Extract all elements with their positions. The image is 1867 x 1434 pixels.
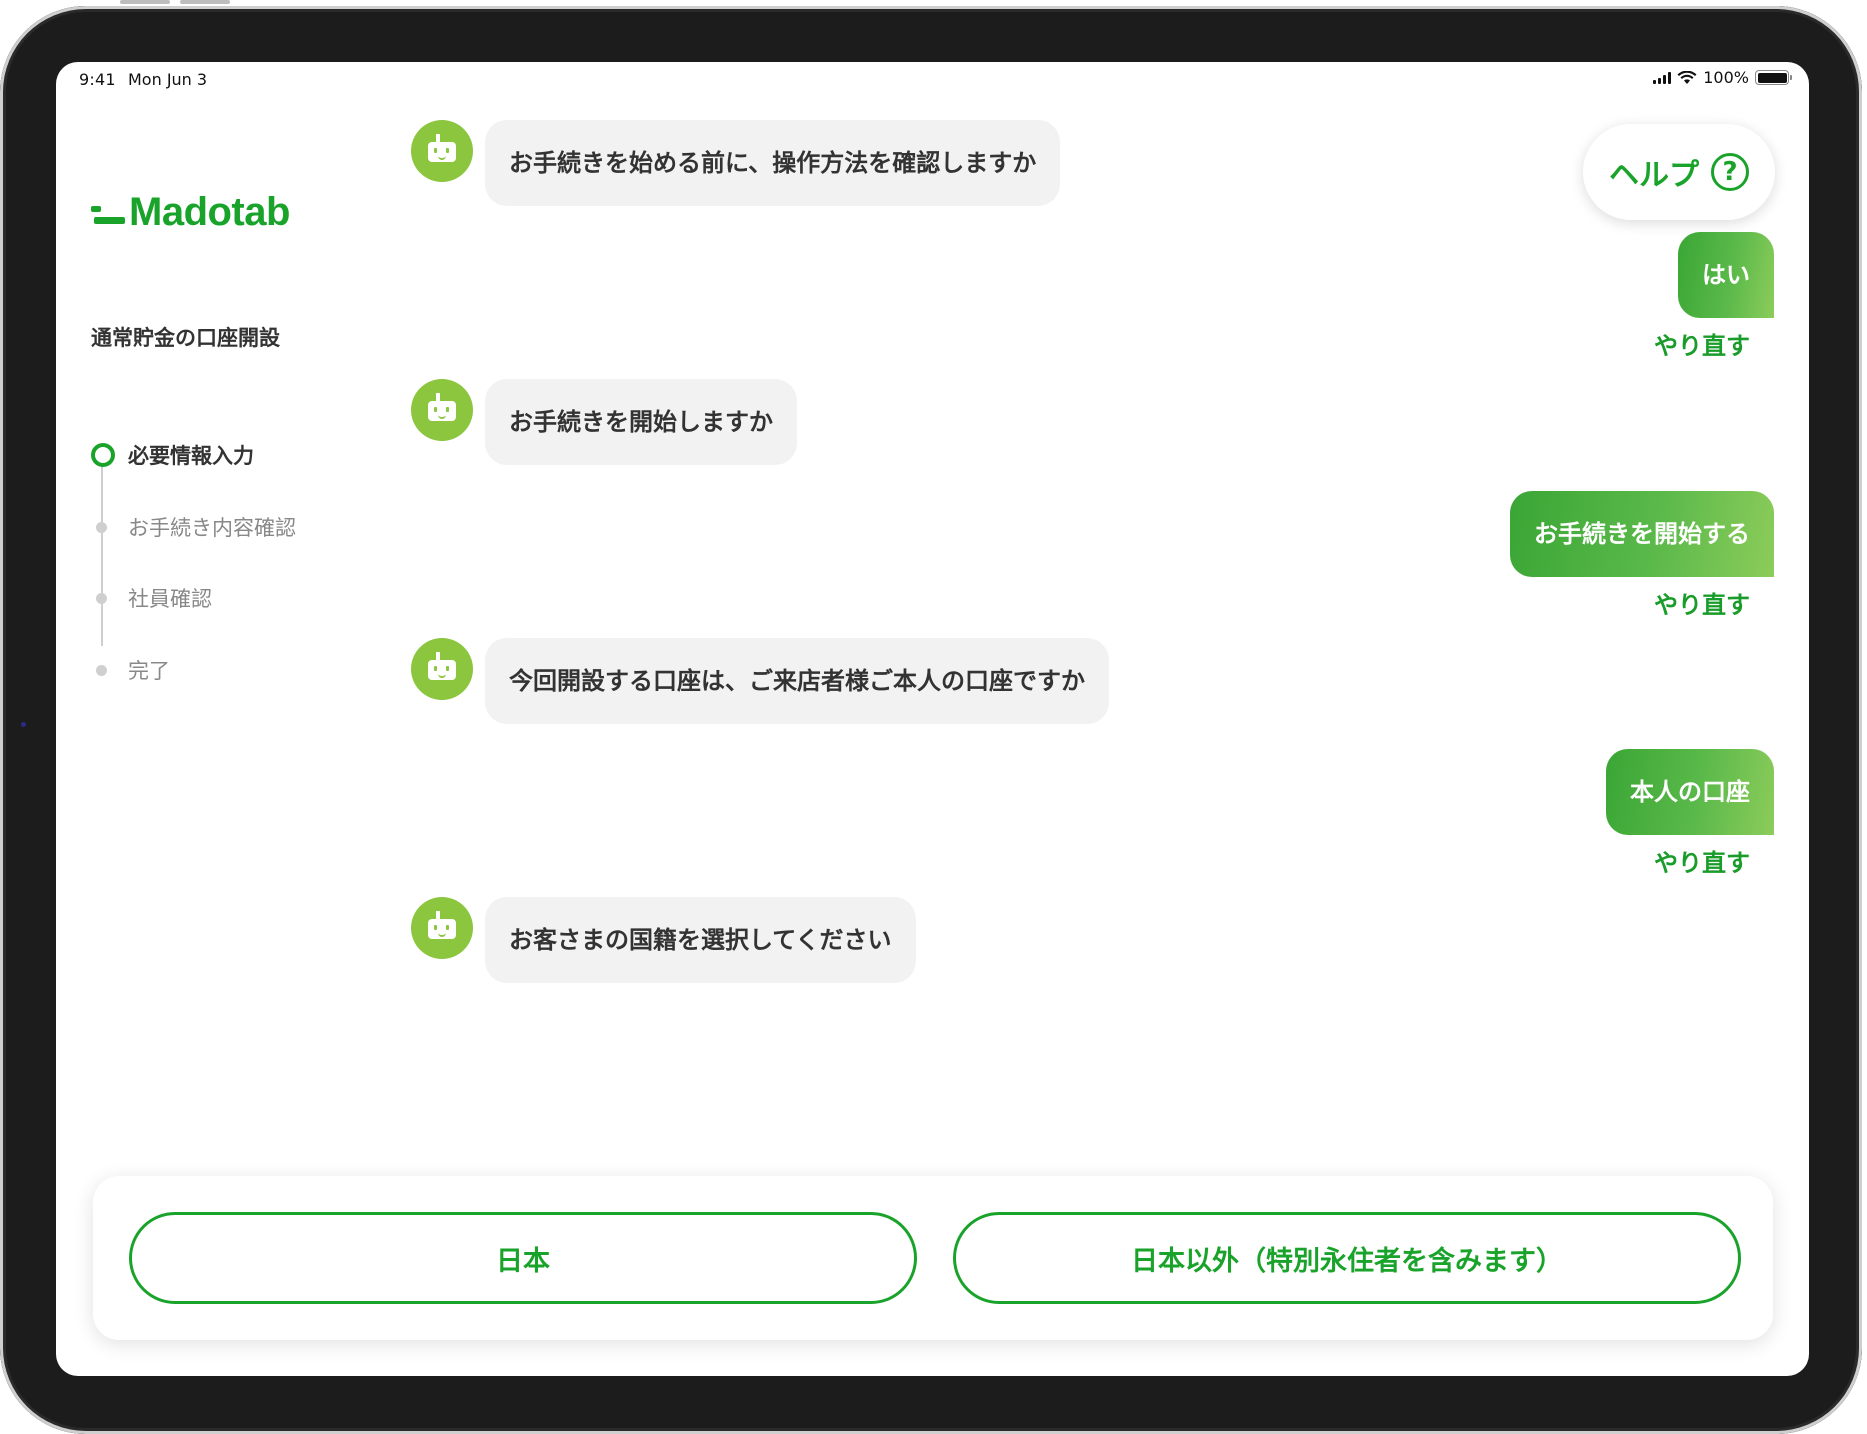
bot-message: 今回開設する口座は、ご来店者様ご本人の口座ですか — [411, 638, 1109, 724]
step-item: お手続き内容確認 — [91, 512, 351, 542]
user-reply-text: 本人の口座 — [1606, 749, 1774, 835]
step-label: 必要情報入力 — [128, 444, 254, 468]
question-circle-icon: ? — [1711, 153, 1749, 191]
bot-message-text: お手続きを始める前に、操作方法を確認しますか — [485, 120, 1061, 206]
bot-message: お客さまの国籍を選択してください — [411, 897, 916, 983]
step-label: 完了 — [128, 659, 170, 683]
service-title: 通常貯金の口座開設 — [91, 326, 280, 350]
bot-message-text: 今回開設する口座は、ご来店者様ご本人の口座ですか — [485, 638, 1109, 724]
bot-message: お手続きを開始しますか — [411, 379, 797, 465]
help-button[interactable]: ヘルプ ? — [1583, 124, 1775, 220]
step-pending-icon — [96, 664, 107, 676]
step-label: お手続き内容確認 — [128, 516, 296, 540]
answer-panel: 日本 日本以外（特別永住者を含みます） — [93, 1176, 1773, 1340]
logo-mark-icon — [91, 198, 125, 228]
bot-avatar-icon — [411, 897, 473, 959]
step-pending-icon — [96, 592, 107, 604]
user-reply: はい やり直す — [1654, 232, 1774, 361]
bot-message-text: お客さまの国籍を選択してください — [485, 897, 916, 983]
steps-connector — [101, 460, 103, 646]
bot-message: お手続きを始める前に、操作方法を確認しますか — [411, 120, 1061, 206]
user-reply-text: はい — [1678, 232, 1774, 318]
camera-icon — [21, 722, 26, 727]
bot-avatar-icon — [411, 638, 473, 700]
step-item: 完了 — [91, 655, 351, 685]
app-screen: 9:41 Mon Jun 3 100% Madotab 通常貯金の口座開設 必要… — [56, 62, 1809, 1376]
bot-avatar-icon — [411, 379, 473, 441]
status-time: 9:41 — [79, 70, 116, 89]
redo-link[interactable]: やり直す — [1510, 585, 1750, 620]
battery-icon — [1755, 70, 1792, 85]
wifi-icon — [1677, 70, 1697, 84]
cellular-signal-icon — [1653, 71, 1672, 84]
volume-button — [180, 0, 230, 4]
redo-link[interactable]: やり直す — [1654, 326, 1750, 361]
user-reply: 本人の口座 やり直す — [1606, 749, 1774, 878]
help-label: ヘルプ — [1609, 158, 1699, 193]
redo-link[interactable]: やり直す — [1606, 843, 1750, 878]
step-label: 社員確認 — [128, 587, 212, 611]
answer-option-other-button[interactable]: 日本以外（特別永住者を含みます） — [953, 1212, 1741, 1304]
user-reply-text: お手続きを開始する — [1510, 491, 1774, 577]
logo-text: Madotab — [129, 190, 290, 234]
step-item: 社員確認 — [91, 583, 351, 613]
step-pending-icon — [96, 521, 107, 533]
step-item: 必要情報入力 — [91, 440, 351, 470]
volume-button — [120, 0, 170, 4]
status-date: Mon Jun 3 — [128, 70, 208, 89]
user-reply: お手続きを開始する やり直す — [1510, 491, 1774, 620]
battery-percent: 100% — [1703, 68, 1749, 87]
bot-message-text: お手続きを開始しますか — [485, 379, 797, 465]
status-indicators: 100% — [1653, 68, 1792, 87]
step-current-icon — [91, 443, 115, 467]
answer-option-japan-button[interactable]: 日本 — [129, 1212, 917, 1304]
bot-avatar-icon — [411, 120, 473, 182]
madotab-logo: Madotab — [91, 190, 290, 235]
